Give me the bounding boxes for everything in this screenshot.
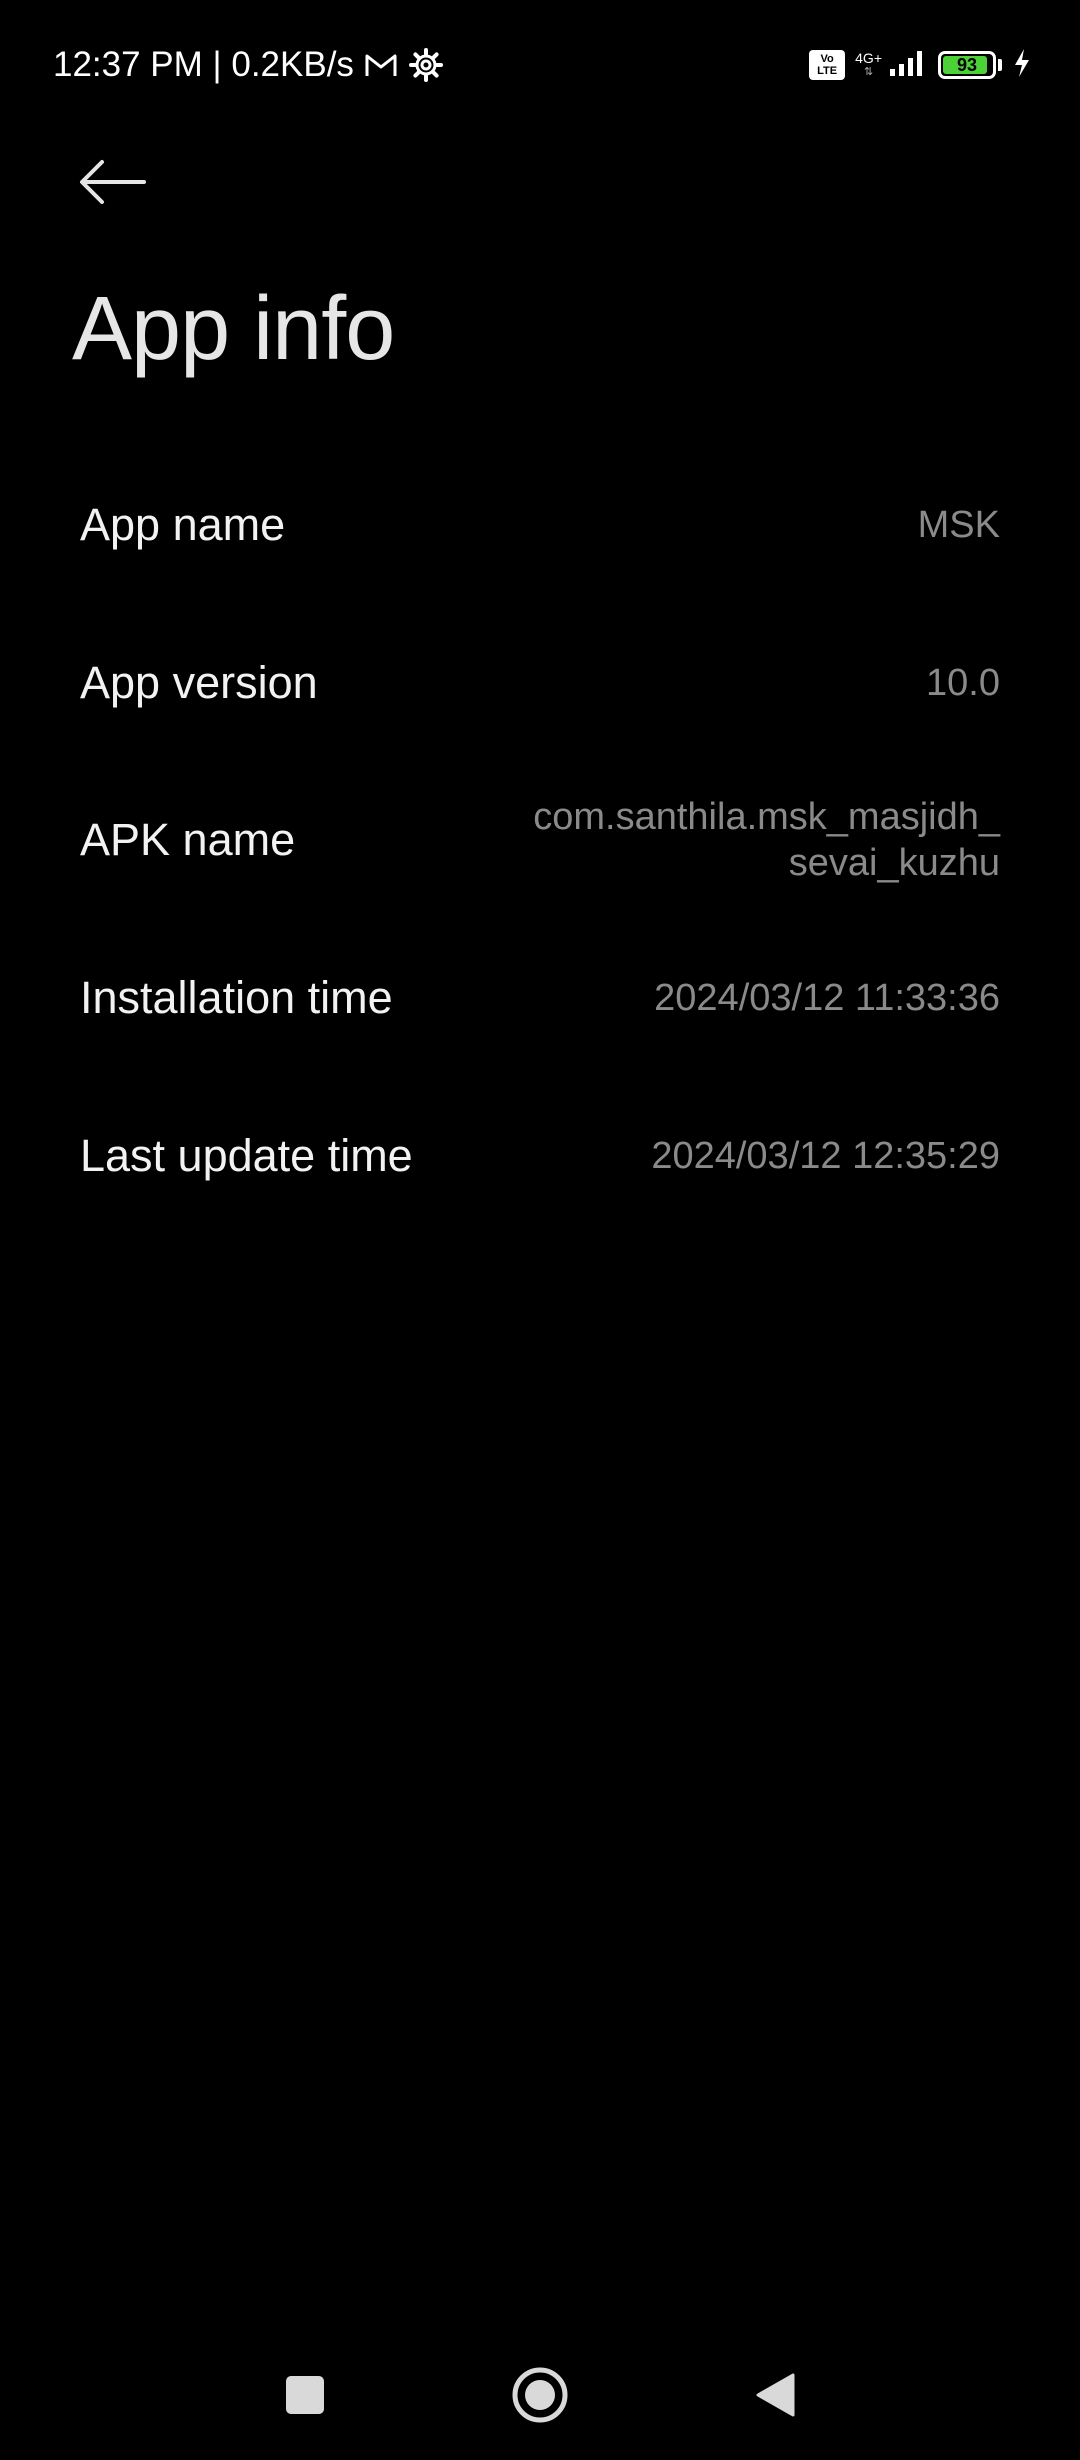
charging-bolt-icon	[1012, 48, 1032, 83]
network-type-label: 4G+	[855, 50, 882, 66]
navigation-bar	[0, 2340, 1080, 2450]
recents-button[interactable]	[255, 2340, 355, 2450]
back-button[interactable]	[70, 148, 154, 216]
square-icon	[286, 2376, 324, 2414]
status-bar: 12:37 PM | 0.2KB/s Vo LTE 4G+ ⇅ 93	[0, 0, 1080, 130]
info-value: 2024/03/12 12:35:29	[651, 1135, 1000, 1177]
info-value: MSK	[917, 504, 1000, 546]
status-time-speed: 12:37 PM | 0.2KB/s	[53, 45, 354, 84]
circle-icon	[512, 2367, 568, 2423]
home-button[interactable]	[490, 2340, 590, 2450]
info-label: APK name	[80, 814, 296, 865]
info-row-app-version: App version 10.0	[80, 648, 1000, 718]
info-row-last-update-time: Last update time 2024/03/12 12:35:29	[80, 1121, 1000, 1191]
arrow-left-icon	[80, 160, 146, 204]
info-value: com.santhila.msk_masjidh_sevai_kuzhu	[533, 796, 1000, 884]
network-type: 4G+ ⇅	[855, 51, 882, 79]
data-arrows-icon: ⇅	[863, 66, 874, 78]
status-left: 12:37 PM | 0.2KB/s	[53, 40, 444, 90]
info-value: 2024/03/12 11:33:36	[654, 977, 1000, 1019]
gmail-icon	[364, 51, 398, 79]
info-row-apk-name: APK name com.santhila.msk_masjidh_sevai_…	[80, 790, 1000, 890]
signal-bars-icon	[888, 48, 928, 83]
battery-tip	[998, 59, 1002, 71]
info-label: App name	[80, 499, 286, 550]
battery-icon: 93	[938, 51, 996, 79]
info-label: Last update time	[80, 1130, 413, 1181]
settings-gear-icon	[408, 47, 444, 83]
info-value: 10.0	[926, 662, 1000, 704]
info-row-app-name: App name MSK	[80, 490, 1000, 560]
info-row-installation-time: Installation time 2024/03/12 11:33:36	[80, 963, 1000, 1033]
status-right: Vo LTE 4G+ ⇅ 93	[809, 40, 1032, 90]
info-label: Installation time	[80, 972, 393, 1023]
volte-icon: Vo LTE	[809, 50, 846, 80]
volte-line2: LTE	[817, 65, 838, 77]
battery-level: 93	[956, 54, 978, 75]
page-title: App info	[72, 279, 395, 379]
volte-line1: Vo	[820, 53, 834, 65]
info-label: App version	[80, 657, 318, 708]
triangle-back-icon	[756, 2373, 795, 2417]
nav-back-button[interactable]	[725, 2340, 825, 2450]
